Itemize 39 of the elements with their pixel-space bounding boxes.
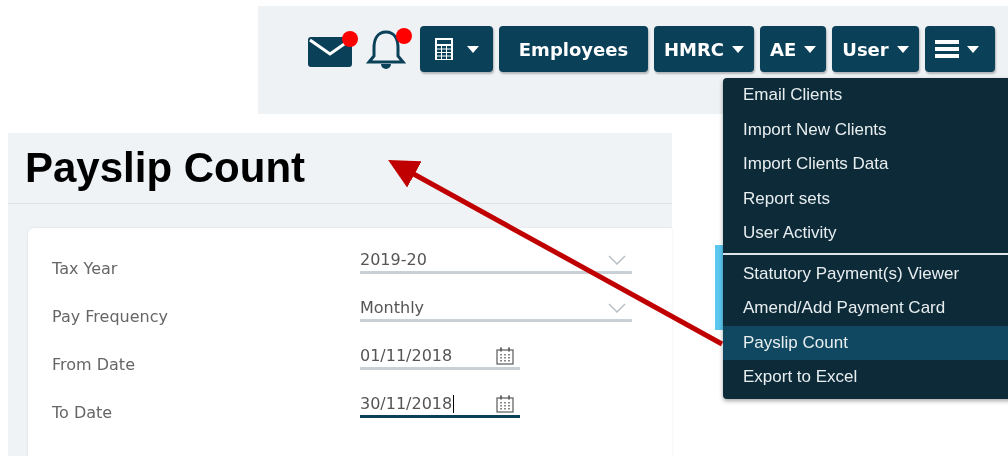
menu-item[interactable]: Export to Excel xyxy=(723,360,1008,395)
calculator-button[interactable] xyxy=(420,26,493,72)
calendar-icon xyxy=(496,346,514,365)
menu-item[interactable]: Statutory Payment(s) Viewer xyxy=(723,256,1008,291)
menu-item[interactable]: Report sets xyxy=(723,181,1008,216)
field-label: From Date xyxy=(52,353,136,374)
field-label: To Date xyxy=(52,401,114,422)
caret-icon xyxy=(732,45,745,53)
field-label: Tax Year xyxy=(52,257,119,278)
mail-button[interactable] xyxy=(308,31,358,67)
field-label: Pay Frequency xyxy=(52,305,169,326)
menu-item[interactable]: User Activity xyxy=(723,216,1008,251)
chevron-down-icon xyxy=(608,254,626,265)
menu-item[interactable]: Email Clients xyxy=(723,78,1008,113)
notifications-button[interactable] xyxy=(366,28,412,70)
caret-icon xyxy=(804,45,817,53)
caret-icon xyxy=(966,45,979,53)
chevron-down-icon xyxy=(608,302,626,313)
toolbar-button[interactable]: User xyxy=(832,26,919,72)
select-field[interactable]: 2019-20 xyxy=(360,250,632,274)
date-field[interactable]: 01/11/2018 xyxy=(360,346,520,370)
toolbar-button[interactable]: HMRC xyxy=(654,26,755,72)
toolbar-button[interactable]: Employees xyxy=(499,26,648,72)
toolbar-button[interactable]: AE xyxy=(760,26,827,72)
text-cursor xyxy=(453,395,455,414)
select-field[interactable]: Monthly xyxy=(360,298,632,322)
menu-button[interactable] xyxy=(924,26,995,72)
calculator-icon xyxy=(434,38,453,60)
caret-icon xyxy=(896,45,909,53)
caret-icon xyxy=(466,45,479,53)
bell-icon xyxy=(366,28,406,70)
menu-item[interactable]: Import Clients Data xyxy=(723,147,1008,182)
menu-item[interactable]: Import New Clients xyxy=(723,112,1008,147)
menu-icon xyxy=(934,39,959,59)
calendar-icon xyxy=(496,394,514,413)
date-field[interactable]: 30/11/2018 xyxy=(360,393,520,419)
page-title: Payslip Count xyxy=(25,144,306,192)
menu-item[interactable]: Amend/Add Payment Card xyxy=(723,291,1008,326)
menu-item[interactable]: Payslip Count xyxy=(723,325,1008,360)
